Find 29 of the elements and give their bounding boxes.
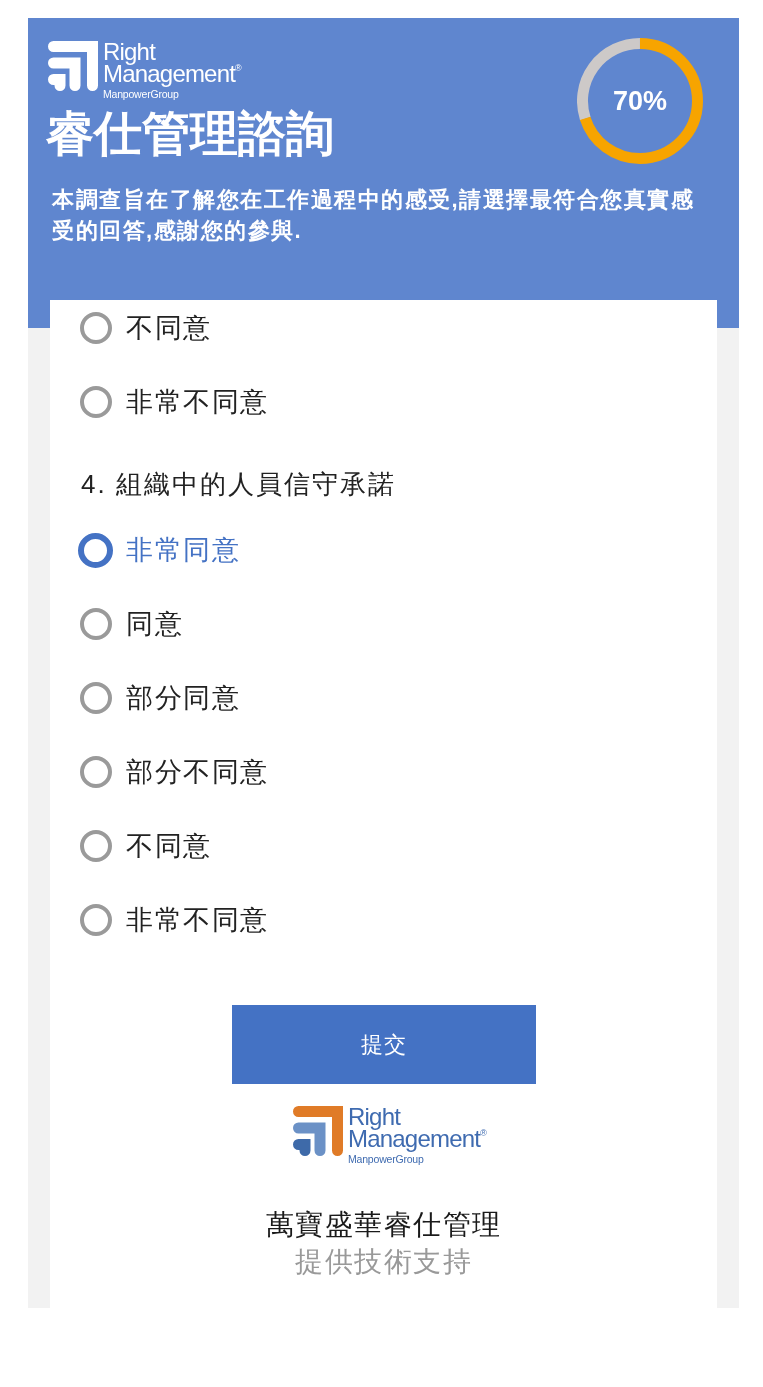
option-label[interactable]: 部分不同意 <box>126 754 269 790</box>
option-label[interactable]: 非常同意 <box>126 532 240 568</box>
option-label[interactable]: 同意 <box>126 606 183 642</box>
radio-button[interactable] <box>79 904 112 936</box>
survey-description: 本調查旨在了解您在工作過程中的感受,請選擇最符合您真實感受的回答,感謝您的參與. <box>52 186 696 245</box>
radio-button[interactable] <box>79 756 112 788</box>
option-label[interactable]: 非常不同意 <box>126 902 269 938</box>
page-title: 睿仕管理諮詢 <box>46 106 334 162</box>
logo-tagline: ManpowerGroup <box>103 88 179 100</box>
option-label[interactable]: 不同意 <box>126 828 212 864</box>
question-text: 4. 組織中的人員信守承諾 <box>81 468 397 501</box>
logo-icon <box>48 41 98 91</box>
logo-wordmark: Right Management$^{®}$ <box>348 1106 486 1150</box>
logo-icon <box>293 1106 344 1156</box>
option-label[interactable]: 不同意 <box>126 310 212 346</box>
radio-button[interactable] <box>79 608 112 640</box>
radio-button[interactable] <box>79 830 112 862</box>
submit-button[interactable]: 提交 <box>231 1005 536 1084</box>
logo-wordmark: Right Management$^{®}$ <box>103 41 241 85</box>
radio-button[interactable] <box>79 312 112 344</box>
option-label[interactable]: 部分同意 <box>126 680 240 716</box>
support-note: 提供技術支持 <box>294 1245 473 1279</box>
option-label[interactable]: 非常不同意 <box>126 384 269 420</box>
radio-button[interactable] <box>79 682 112 714</box>
radio-button[interactable] <box>79 386 112 418</box>
radio-button[interactable] <box>78 532 113 568</box>
company-name: 萬寶盛華睿仕管理 <box>264 1208 503 1242</box>
logo-tagline: ManpowerGroup <box>348 1153 424 1165</box>
progress-reading: 70% <box>613 85 667 117</box>
